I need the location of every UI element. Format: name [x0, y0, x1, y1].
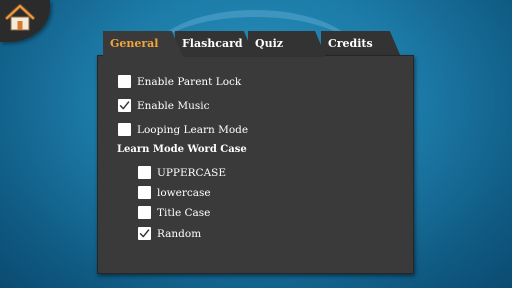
looping-learn-mode-checkbox[interactable] [118, 123, 131, 136]
word-case-heading: Learn Mode Word Case [117, 144, 247, 155]
title-case-label: Title Case [157, 206, 211, 219]
tab-flashcard[interactable]: Flashcard [175, 31, 255, 57]
music-checkbox[interactable] [118, 99, 131, 112]
uppercase-option[interactable]: UPPERCASE [138, 166, 226, 179]
random-checkbox[interactable] [138, 227, 151, 240]
music-option[interactable]: Enable Music [118, 99, 209, 112]
lowercase-checkbox[interactable] [138, 186, 151, 199]
uppercase-label: UPPERCASE [157, 166, 227, 179]
parent-lock-label: Enable Parent Lock [137, 75, 242, 88]
random-option[interactable]: Random [138, 227, 201, 240]
home-icon [5, 4, 35, 31]
title-case-checkbox[interactable] [138, 206, 151, 219]
random-label: Random [157, 227, 202, 240]
looping-learn-mode-option[interactable]: Looping Learn Mode [118, 123, 248, 136]
lowercase-label: lowercase [157, 186, 211, 199]
lowercase-option[interactable]: lowercase [138, 186, 211, 199]
settings-tabs: General Flashcard Quiz Credits [103, 31, 403, 57]
uppercase-checkbox[interactable] [138, 166, 151, 179]
tab-general[interactable]: General [103, 31, 183, 57]
tab-credits[interactable]: Credits [321, 31, 401, 57]
parent-lock-option[interactable]: Enable Parent Lock [118, 75, 241, 88]
parent-lock-checkbox[interactable] [118, 75, 131, 88]
checkmark-icon [119, 101, 130, 110]
general-settings-panel: Enable Parent Lock Enable Music Looping … [97, 55, 414, 274]
checkmark-icon [139, 229, 150, 238]
tab-quiz[interactable]: Quiz [248, 31, 326, 57]
looping-learn-mode-label: Looping Learn Mode [137, 123, 249, 136]
home-button[interactable] [0, 0, 50, 42]
music-label: Enable Music [137, 99, 210, 112]
title-case-option[interactable]: Title Case [138, 206, 210, 219]
